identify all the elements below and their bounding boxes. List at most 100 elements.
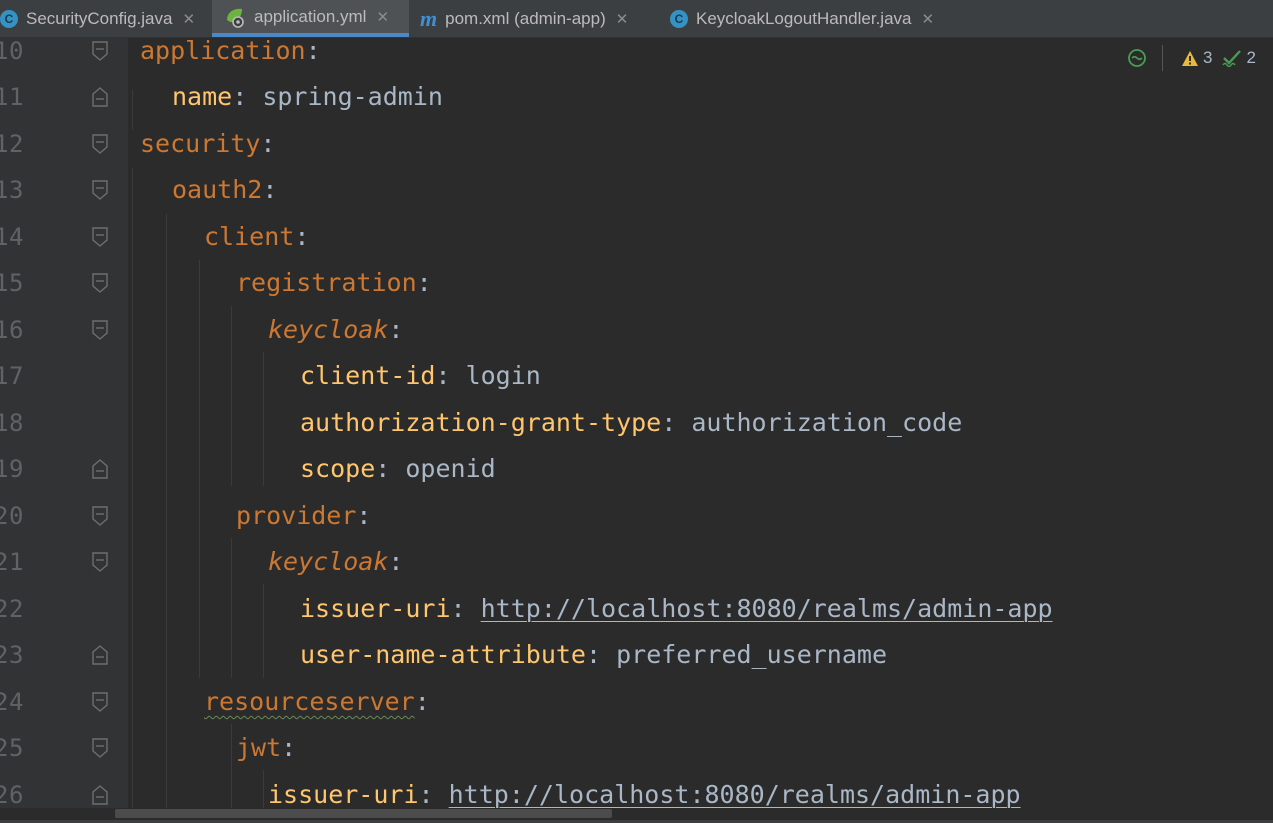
tab-label: KeycloakLogoutHandler.java <box>696 8 912 28</box>
yaml-value: authorization_code <box>691 408 963 437</box>
yaml-entry: application: <box>140 28 321 74</box>
warning-count: 3 <box>1203 48 1213 67</box>
fold-collapse-icon[interactable] <box>91 133 109 155</box>
yaml-key: authorization-grant-type <box>300 408 662 437</box>
yaml-key: resourceserver <box>204 687 415 716</box>
yaml-value: login <box>465 361 541 390</box>
yaml-key: keycloak <box>268 547 389 576</box>
fold-collapse-icon[interactable] <box>91 551 109 573</box>
code-line: 22 issuer-uri: http://localhost:8080/rea… <box>0 586 1273 632</box>
code-line: 19 scope: openid <box>0 446 1273 492</box>
yaml-key: client <box>204 222 295 251</box>
code-line: 14 client: <box>0 214 1273 260</box>
fold-end-icon[interactable] <box>91 86 109 108</box>
url-link[interactable]: http://localhost:8080/realms/admin-app <box>449 780 1021 809</box>
code-line: 25 jwt: <box>0 725 1273 771</box>
yaml-key: application <box>140 36 306 65</box>
yaml-separator: : <box>305 36 321 65</box>
code-line: 16 keycloak: <box>0 307 1273 353</box>
fold-end-icon[interactable] <box>91 458 109 480</box>
fold-collapse-icon[interactable] <box>91 737 109 759</box>
line-number: 18 <box>0 409 24 437</box>
yaml-entry: registration: <box>236 260 432 306</box>
close-icon[interactable]: ✕ <box>182 10 195 28</box>
yaml-entry: jwt: <box>236 725 296 771</box>
yaml-entry: authorization-grant-type: authorization_… <box>300 400 962 446</box>
yaml-separator: : <box>450 594 481 623</box>
fold-end-icon[interactable] <box>91 784 109 806</box>
yaml-entry: oauth2: <box>172 167 277 213</box>
yaml-separator: : <box>435 361 466 390</box>
scrollbar-thumb[interactable] <box>115 809 612 818</box>
yaml-separator: : <box>260 129 276 158</box>
code-line: 24 resourceserver: <box>0 679 1273 725</box>
yaml-entry: provider: <box>236 493 371 539</box>
inspection-widget[interactable]: 3 2 <box>1126 44 1266 72</box>
reader-mode-icon[interactable] <box>1126 47 1148 69</box>
line-number: 10 <box>0 37 24 65</box>
yaml-key: security <box>140 129 261 158</box>
code-line: 17 client-id: login <box>0 353 1273 399</box>
yaml-entry: keycloak: <box>268 307 403 353</box>
yaml-separator: : <box>414 687 430 716</box>
code-line: 23 user-name-attribute: preferred_userna… <box>0 632 1273 678</box>
yaml-separator: : <box>356 501 372 530</box>
yaml-entry: client: <box>204 214 309 260</box>
close-icon[interactable]: ✕ <box>921 10 934 28</box>
divider <box>1162 45 1163 71</box>
line-number: 14 <box>0 223 24 251</box>
weak-warning-check-icon[interactable] <box>1222 49 1242 67</box>
fold-collapse-icon[interactable] <box>91 179 109 201</box>
yaml-key: name <box>172 82 233 111</box>
yaml-entry: resourceserver: <box>204 679 430 725</box>
line-number: 13 <box>0 176 24 204</box>
yaml-key: oauth2 <box>172 175 263 204</box>
yaml-key: provider <box>236 501 357 530</box>
yaml-key: issuer-uri <box>268 780 419 809</box>
fold-end-icon[interactable] <box>91 644 109 666</box>
yaml-key: jwt <box>236 733 282 762</box>
yaml-value: preferred_username <box>616 640 888 669</box>
line-number: 16 <box>0 316 24 344</box>
line-number: 15 <box>0 269 24 297</box>
spring-yml-icon <box>227 8 244 28</box>
yaml-separator: : <box>375 454 406 483</box>
tab-label: pom.xml (admin-app) <box>445 8 606 28</box>
line-number: 11 <box>0 83 24 111</box>
yaml-separator: : <box>281 733 297 762</box>
url-link[interactable]: http://localhost:8080/realms/admin-app <box>481 594 1053 623</box>
horizontal-scrollbar[interactable] <box>0 808 1273 823</box>
line-number: 21 <box>0 548 24 576</box>
yaml-key: scope <box>300 454 376 483</box>
code-line: 11 name: spring-admin <box>0 74 1273 120</box>
yaml-entry: user-name-attribute: preferred_username <box>300 632 887 678</box>
warning-icon[interactable] <box>1181 50 1199 67</box>
line-number: 19 <box>0 455 24 483</box>
yaml-key: user-name-attribute <box>300 640 586 669</box>
yaml-separator: : <box>416 268 432 297</box>
line-number: 12 <box>0 130 24 158</box>
yaml-separator: : <box>262 175 278 204</box>
yaml-separator: : <box>661 408 692 437</box>
weak-warning-count: 2 <box>1246 48 1256 67</box>
yaml-separator: : <box>418 780 449 809</box>
code-line: 18 authorization-grant-type: authorizati… <box>0 400 1273 446</box>
line-number: 24 <box>0 688 24 716</box>
yaml-separator: : <box>294 222 310 251</box>
fold-collapse-icon[interactable] <box>91 505 109 527</box>
line-number: 23 <box>0 641 24 669</box>
yaml-entry: keycloak: <box>268 539 403 585</box>
fold-collapse-icon[interactable] <box>91 691 109 713</box>
code-line: 13 oauth2: <box>0 167 1273 213</box>
code-editor[interactable]: 10 application: 11 name: spring-admin 12… <box>0 36 1273 823</box>
close-icon[interactable]: ✕ <box>616 10 629 28</box>
yaml-entry: security: <box>140 121 275 167</box>
line-number: 25 <box>0 734 24 762</box>
fold-collapse-icon[interactable] <box>91 40 109 62</box>
line-number: 17 <box>0 362 24 390</box>
fold-collapse-icon[interactable] <box>91 319 109 341</box>
close-icon[interactable]: ✕ <box>376 8 389 26</box>
fold-collapse-icon[interactable] <box>91 272 109 294</box>
yaml-key: client-id <box>300 361 436 390</box>
fold-collapse-icon[interactable] <box>91 226 109 248</box>
